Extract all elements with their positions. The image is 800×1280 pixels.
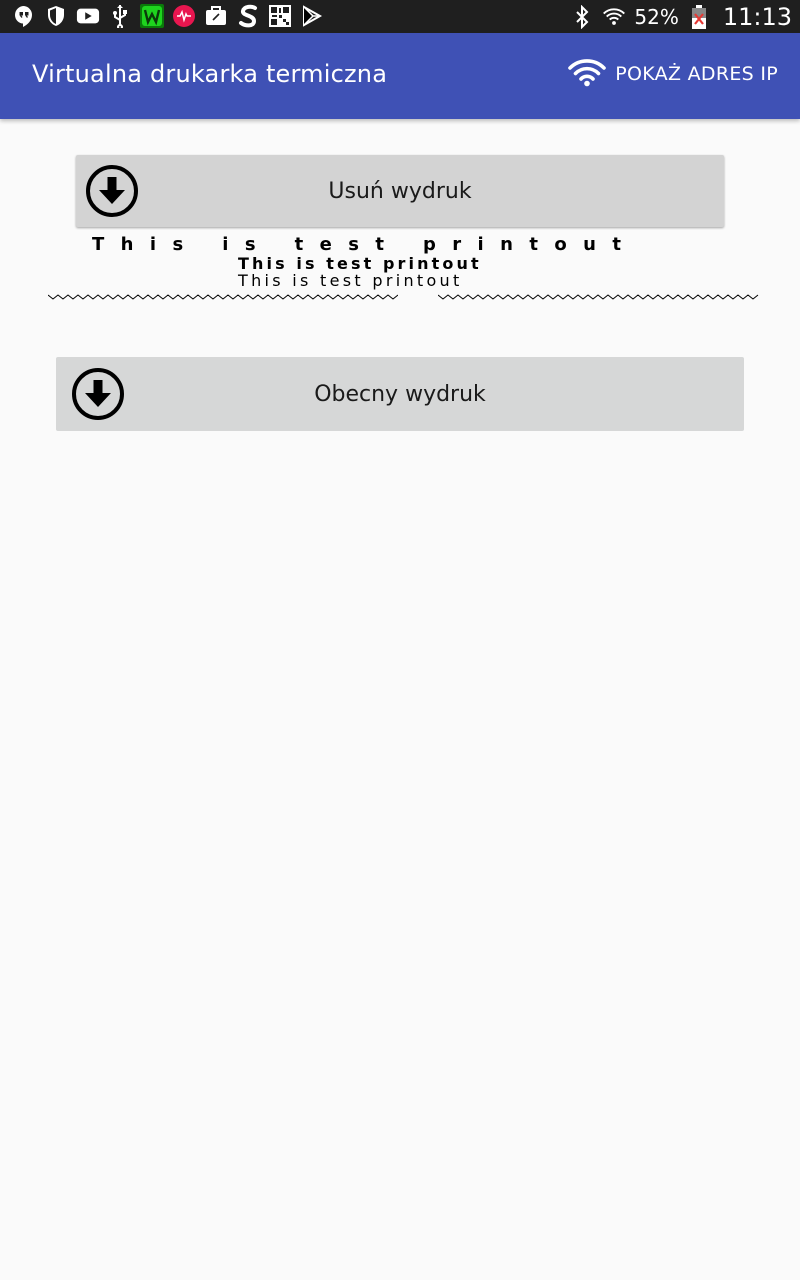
app-title: Virtualna drukarka termiczna <box>32 60 388 88</box>
play-store-icon <box>300 4 324 28</box>
status-bar: 52% 11:13 <box>0 0 800 33</box>
battery-icon <box>687 4 711 29</box>
musically-icon <box>172 4 196 28</box>
printout-line-normal: This is test printout <box>238 271 463 290</box>
clock: 11:13 <box>722 2 792 31</box>
wattpad-icon <box>140 4 164 28</box>
battery-percent: 52% <box>634 4 679 29</box>
tear-line-left <box>48 294 398 300</box>
system-status: 52% 11:13 <box>570 0 792 33</box>
printout-line-wide: This is test printout <box>92 234 638 255</box>
download-circle-icon <box>72 368 124 420</box>
current-printout-label: Obecny wydruk <box>314 381 486 407</box>
shield-icon <box>44 4 68 28</box>
app-bar: Virtualna drukarka termiczna POKAŻ ADRES… <box>0 33 800 119</box>
current-printout-button[interactable]: Obecny wydruk <box>56 357 744 431</box>
delete-printout-label: Usuń wydruk <box>328 178 472 204</box>
delete-printout-button[interactable]: Usuń wydruk <box>76 155 724 227</box>
wifi-icon <box>567 57 607 91</box>
wifi-status-icon <box>602 5 626 29</box>
briefcase-icon <box>204 4 228 28</box>
youtube-icon <box>76 4 100 28</box>
usb-icon <box>108 4 132 28</box>
download-circle-icon <box>86 165 138 217</box>
hangouts-icon <box>12 4 36 28</box>
tear-line-right <box>438 294 759 300</box>
qr-icon <box>268 4 292 28</box>
notification-icons <box>12 4 324 28</box>
show-ip-label: POKAŻ ADRES IP <box>615 63 778 85</box>
show-ip-button[interactable]: POKAŻ ADRES IP <box>567 57 778 91</box>
s-app-icon <box>236 4 260 28</box>
bluetooth-icon <box>570 4 594 29</box>
